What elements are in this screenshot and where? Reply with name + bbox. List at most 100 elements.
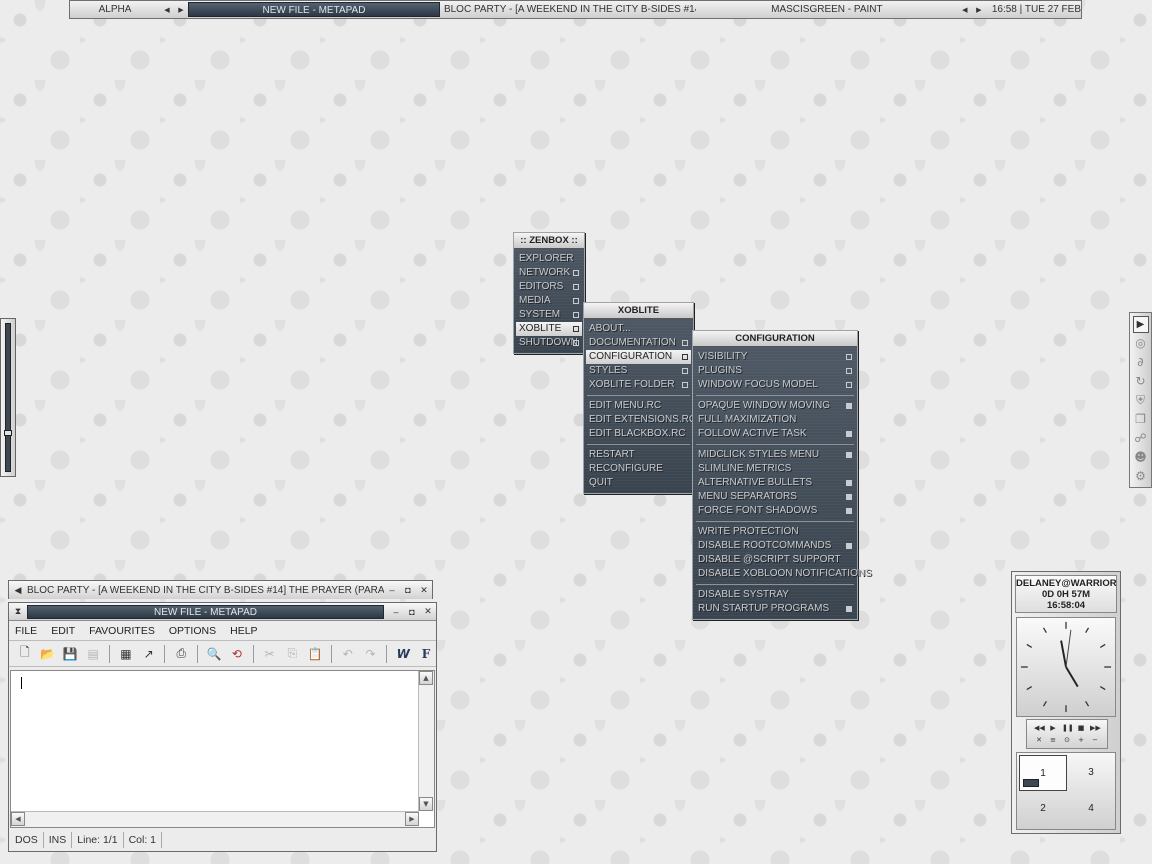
menu-help[interactable]: HELP (230, 625, 257, 637)
close-button[interactable]: ✕ (416, 585, 432, 596)
previous-icon[interactable]: ◀◀ (1034, 722, 1045, 734)
menu-options[interactable]: OPTIONS (169, 625, 216, 637)
view-icon[interactable]: ▦ (116, 644, 136, 664)
menu-item-xoblite-folder[interactable]: XOBLITE FOLDER (586, 378, 691, 392)
workspace-3[interactable]: 3 (1067, 755, 1115, 791)
network-icon[interactable]: ☍ (1133, 430, 1149, 447)
minimize-button[interactable]: – (384, 585, 400, 595)
next-workspace-icon[interactable]: ▶ (174, 6, 188, 14)
repeat-icon[interactable]: ⊙ (1062, 734, 1072, 746)
menu-file[interactable]: FILE (15, 625, 37, 637)
window-menu-icon[interactable]: ⧗ (9, 606, 27, 617)
menu-item-write-protection[interactable]: WRITE PROTECTION (695, 525, 855, 539)
scroll-up-icon[interactable]: ▲ (419, 671, 433, 685)
volume-up-icon[interactable]: + (1076, 734, 1086, 746)
menu-item-about[interactable]: ABOUT... (586, 322, 691, 336)
menu-item-documentation[interactable]: DOCUMENTATION (586, 336, 691, 350)
scroll-right-icon[interactable]: ▶ (405, 812, 419, 826)
workspace-1[interactable]: 1 (1019, 755, 1067, 791)
task-paint[interactable]: MASCISGREEN - PAINT (696, 2, 958, 17)
play-icon[interactable]: ▶ (1048, 722, 1058, 734)
launch-icon[interactable]: ↗ (139, 644, 159, 664)
refresh-icon[interactable]: ↻ (1133, 373, 1149, 390)
menu-item-explorer[interactable]: EXPLORER (516, 252, 582, 266)
workspace-2[interactable]: 2 (1019, 791, 1067, 827)
text-icon[interactable]: ∂ (1133, 354, 1149, 371)
menu-item-slimline-metrics[interactable]: SLIMLINE METRICS (695, 462, 855, 476)
playlist-icon[interactable]: ≡ (1048, 734, 1058, 746)
status-mode[interactable]: DOS (10, 832, 44, 848)
task-bloc-party[interactable]: BLOC PARTY - [A WEEKEND IN THE CITY B-SI… (440, 2, 696, 17)
copy-icon[interactable]: ⎘ (282, 644, 302, 664)
status-ins[interactable]: INS (44, 832, 73, 848)
undo-icon[interactable]: ↶ (338, 644, 358, 664)
stop-icon[interactable]: ■ (1076, 722, 1086, 734)
volume-down-icon[interactable]: − (1090, 734, 1100, 746)
swirl-icon[interactable]: ◎ (1133, 335, 1149, 352)
shuffle-icon[interactable]: ✕ (1034, 734, 1044, 746)
vertical-scrollbar[interactable]: ▲ ▼ (418, 671, 434, 811)
maximize-button[interactable]: ◘ (404, 607, 420, 617)
menu-item-alternative-bullets[interactable]: ALTERNATIVE BULLETS (695, 476, 855, 490)
save-icon[interactable]: 💾 (61, 644, 81, 664)
workspace-4[interactable]: 4 (1067, 791, 1115, 827)
menu-item-system[interactable]: SYSTEM (516, 308, 582, 322)
paste-icon[interactable]: 📋 (305, 644, 325, 664)
menu-item-disable-rootcommands[interactable]: DISABLE ROOTCOMMANDS (695, 539, 855, 553)
pause-icon[interactable]: ❚❚ (1062, 722, 1074, 734)
scroll-down-icon[interactable]: ▼ (419, 797, 433, 811)
menu-item-editors[interactable]: EDITORS (516, 280, 582, 294)
shield-icon[interactable]: ⛨ (1133, 392, 1149, 409)
menu-item-force-font-shadows[interactable]: FORCE FONT SHADOWS (695, 504, 855, 518)
word-wrap-icon[interactable]: W (393, 644, 413, 664)
volume-slider[interactable] (0, 318, 16, 477)
app-icon[interactable]: ⚙ (1133, 468, 1149, 485)
scroll-left-icon[interactable]: ◀ (11, 812, 25, 826)
task-metapad[interactable]: NEW FILE - METAPAD (187, 2, 440, 17)
menu-item-follow-active-task[interactable]: FOLLOW ACTIVE TASK (695, 427, 855, 441)
toolbar-clock[interactable]: 16:58 | TUE 27 FEB (992, 4, 1081, 15)
menu-item-edit-menu-rc[interactable]: EDIT MENU.RC (586, 399, 691, 413)
menu-item-plugins[interactable]: PLUGINS (695, 364, 855, 378)
windows-icon[interactable]: ❐ (1133, 411, 1149, 428)
menu-item-styles[interactable]: STYLES (586, 364, 691, 378)
next-window-icon[interactable]: ▶ (972, 6, 986, 14)
menu-item-full-maximization[interactable]: FULL MAXIMIZATION (695, 413, 855, 427)
play-icon[interactable]: ▶ (1132, 316, 1149, 333)
menu-edit[interactable]: EDIT (51, 625, 75, 637)
menu-item-xoblite[interactable]: XOBLITE (516, 322, 582, 336)
menu-item-opaque-window-moving[interactable]: OPAQUE WINDOW MOVING (695, 399, 855, 413)
menu-item-network[interactable]: NETWORK (516, 266, 582, 280)
menu-item-midclick-styles-menu[interactable]: MIDCLICK STYLES MENU (695, 448, 855, 462)
slider-track[interactable] (5, 323, 11, 472)
alien-icon[interactable]: ☻ (1133, 449, 1149, 466)
menu-item-quit[interactable]: QUIT (586, 476, 691, 490)
print-icon[interactable]: ⎙ (171, 644, 191, 664)
menu-item-disable-xobloon-notifications[interactable]: DISABLE XOBLOON NOTIFICATIONS (695, 567, 872, 581)
menu-item-window-focus-model[interactable]: WINDOW FOCUS MODEL (695, 378, 855, 392)
find-icon[interactable]: 🔍 (204, 644, 224, 664)
horizontal-scrollbar[interactable]: ◀ ▶ (11, 811, 419, 827)
menu-item-media[interactable]: MEDIA (516, 294, 582, 308)
save-as-icon[interactable]: ▤ (83, 644, 103, 664)
workspace-label[interactable]: ALPHA (70, 4, 160, 15)
menu-item-visibility[interactable]: VISIBILITY (695, 350, 855, 364)
prev-workspace-icon[interactable]: ◀ (160, 6, 174, 14)
open-folder-icon[interactable]: 📂 (38, 644, 58, 664)
menu-item-disable-script-support[interactable]: DISABLE @SCRIPT SUPPORT (695, 553, 855, 567)
menu-item-edit-extensions-rc[interactable]: EDIT EXTENSIONS.RC (586, 413, 696, 427)
replace-icon[interactable]: ⟲ (227, 644, 247, 664)
new-file-icon[interactable]: 🗋 (15, 644, 35, 664)
cut-icon[interactable]: ✂ (260, 644, 280, 664)
menu-item-restart[interactable]: RESTART (586, 448, 691, 462)
font-icon[interactable]: F (416, 644, 436, 664)
menu-favourites[interactable]: FAVOURITES (89, 625, 155, 637)
menu-item-configuration[interactable]: CONFIGURATION (586, 350, 691, 364)
redo-icon[interactable]: ↷ (361, 644, 381, 664)
menu-item-menu-separators[interactable]: MENU SEPARATORS (695, 490, 855, 504)
menu-item-reconfigure[interactable]: RECONFIGURE (586, 462, 691, 476)
slider-thumb[interactable] (4, 430, 12, 436)
menu-item-shutdown[interactable]: SHUTDOWN (516, 336, 582, 350)
text-editor[interactable]: ▲ ▼ ◀ ▶ (10, 670, 435, 828)
menu-item-disable-systray[interactable]: DISABLE SYSTRAY (695, 588, 855, 602)
